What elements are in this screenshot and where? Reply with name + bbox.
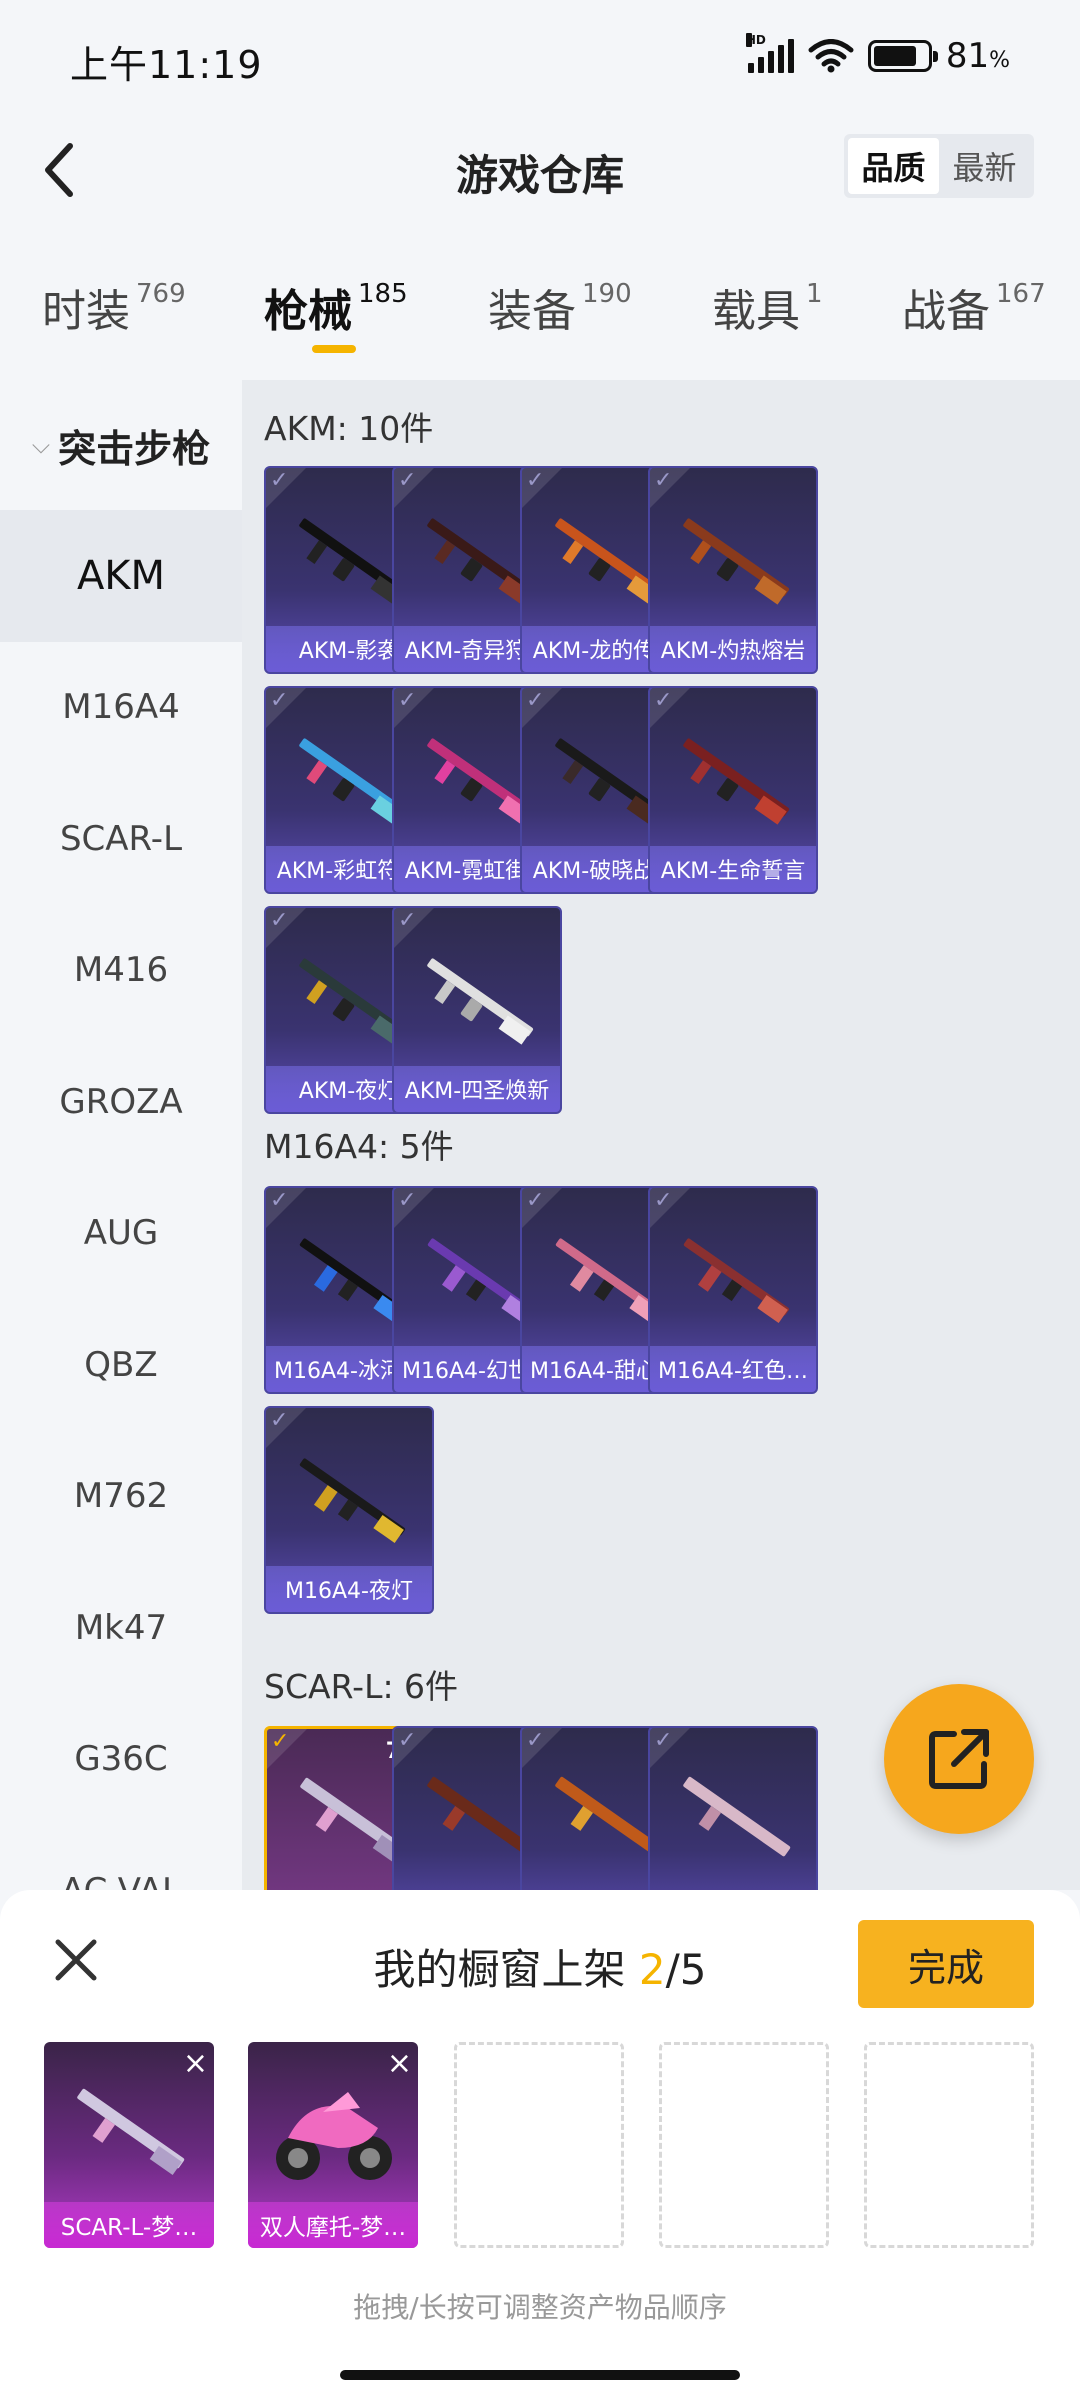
sidebar-item-mk47[interactable]: Mk47 <box>0 1562 242 1694</box>
item-card[interactable]: ✓ AKM-四圣焕新 <box>392 906 562 1114</box>
sort-quality-button[interactable]: 品质 <box>848 138 939 194</box>
chevron-down-icon: ⌵ <box>31 431 51 459</box>
section-title-m16a4: M16A4: 5件 <box>264 1127 454 1166</box>
rifle-icon <box>299 1458 406 1543</box>
check-icon: ✓ <box>526 1728 545 1753</box>
showcase-slot-empty[interactable] <box>454 2042 624 2248</box>
sidebar-item-g36c[interactable]: G36C <box>0 1694 242 1826</box>
tab-firearms[interactable]: 枪械 185 <box>264 275 408 339</box>
check-icon: ✓ <box>526 468 545 493</box>
sidebar-item-m16a4[interactable]: M16A4 <box>0 642 242 774</box>
sidebar-item-aug[interactable]: AUG <box>0 1168 242 1300</box>
sort-toggle: 品质 最新 <box>844 134 1034 198</box>
showcase-slot[interactable]: × SCAR-L-梦… <box>44 2042 214 2248</box>
section-title-scar-l: SCAR-L: 6件 <box>264 1667 459 1706</box>
check-icon: ✓ <box>270 1408 289 1433</box>
remove-icon[interactable]: × <box>387 2046 412 2081</box>
item-grid: AKM: 10件 ✓ AKM-影袭 ✓ AKM-奇异狩… ✓ AKM-龙的传人 ✓ AK… <box>242 380 1080 1890</box>
check-icon: ✓ <box>398 468 417 493</box>
showcase-slot[interactable]: × 双人摩托-梦… <box>248 2042 418 2248</box>
rifle-icon <box>683 1776 791 1857</box>
sidebar-item-akm[interactable]: AKM <box>0 510 242 642</box>
check-icon: ✓ <box>654 688 673 713</box>
reorder-hint: 拖拽/长按可调整资产物品顺序 <box>353 2291 727 2324</box>
tab-equipment[interactable]: 装备 190 <box>488 275 632 339</box>
header: 游戏仓库 品质 最新 <box>0 120 1080 220</box>
showcase-count-total: /5 <box>665 1945 707 1994</box>
battery-level: 81% <box>945 36 1010 76</box>
tab-active-indicator <box>312 345 356 353</box>
check-icon: ✓ <box>271 1729 290 1754</box>
check-icon: ✓ <box>270 468 289 493</box>
showcase-slot-empty[interactable] <box>864 2042 1034 2248</box>
check-icon: ✓ <box>526 688 545 713</box>
sort-newest-button[interactable]: 最新 <box>939 138 1030 194</box>
check-icon: ✓ <box>270 688 289 713</box>
category-tabs: 时装 769 枪械 185 装备 190 载具 1 战备 167 <box>0 255 1080 365</box>
item-card[interactable]: ✓ <box>648 1726 818 1890</box>
signal-icon: HD <box>745 33 794 73</box>
sidebar-item-scar-l[interactable]: SCAR-L <box>0 773 242 905</box>
tab-supplies[interactable]: 战备 167 <box>902 275 1046 339</box>
section-title-akm: AKM: 10件 <box>264 409 434 448</box>
check-icon: ✓ <box>398 688 417 713</box>
tab-fashion[interactable]: 时装 769 <box>42 275 186 339</box>
showcase-sheet: 我的橱窗上架 2/5 完成 × SCAR-L-梦… × 双人摩托-梦… 拖拽/长… <box>0 1890 1080 2400</box>
status-bar: 上午11:19 HD 81% <box>0 0 1080 120</box>
item-card[interactable]: ✓ M16A4-夜灯 <box>264 1406 434 1614</box>
check-icon: ✓ <box>654 1728 673 1753</box>
motorcycle-icon <box>276 2092 392 2180</box>
rifle-icon <box>683 1238 790 1323</box>
sidebar-category-assault-rifles[interactable]: ⌵ 突击步枪 <box>0 380 242 510</box>
sidebar: ⌵ 突击步枪 AKM M16A4 SCAR-L M416 GROZA AUG Q… <box>0 380 242 1890</box>
showcase-count-current: 2 <box>638 1945 666 1994</box>
app-root: { "status": {"time": "上午11:19", "hd": "H… <box>0 0 1080 2400</box>
home-indicator[interactable] <box>340 2370 740 2380</box>
share-button[interactable] <box>884 1684 1034 1834</box>
sidebar-item-qbz[interactable]: QBZ <box>0 1299 242 1431</box>
check-icon: ✓ <box>270 1188 289 1213</box>
status-icons: HD 81% <box>745 33 1010 76</box>
sidebar-item-m416[interactable]: M416 <box>0 905 242 1037</box>
wifi-icon <box>808 39 854 73</box>
check-icon: ✓ <box>654 1188 673 1213</box>
done-button[interactable]: 完成 <box>858 1920 1034 2008</box>
sidebar-item-ac-val[interactable]: AC-VAL <box>0 1825 242 1890</box>
check-icon: ✓ <box>526 1188 545 1213</box>
hd-label: HD <box>745 33 766 47</box>
sidebar-item-groza[interactable]: GROZA <box>0 1036 242 1168</box>
rifle-icon <box>683 518 790 605</box>
item-card[interactable]: ✓ M16A4-红色… <box>648 1186 818 1394</box>
item-card[interactable]: ✓ AKM-灼热熔岩 <box>648 466 818 674</box>
item-card[interactable]: ✓ AKM-生命誓言 <box>648 686 818 894</box>
rifle-icon <box>683 738 790 825</box>
check-icon: ✓ <box>270 908 289 933</box>
rifle-icon <box>427 958 534 1045</box>
check-icon: ✓ <box>398 1728 417 1753</box>
sidebar-item-m762[interactable]: M762 <box>0 1431 242 1563</box>
battery-icon <box>867 40 938 72</box>
tab-vehicles[interactable]: 载具 1 <box>712 275 823 339</box>
showcase-slot-empty[interactable] <box>659 2042 829 2248</box>
share-icon <box>929 1729 989 1789</box>
rifle-icon <box>77 2088 185 2175</box>
status-time: 上午11:19 <box>70 43 263 87</box>
check-icon: ✓ <box>398 908 417 933</box>
check-icon: ✓ <box>654 468 673 493</box>
check-icon: ✓ <box>398 1188 417 1213</box>
